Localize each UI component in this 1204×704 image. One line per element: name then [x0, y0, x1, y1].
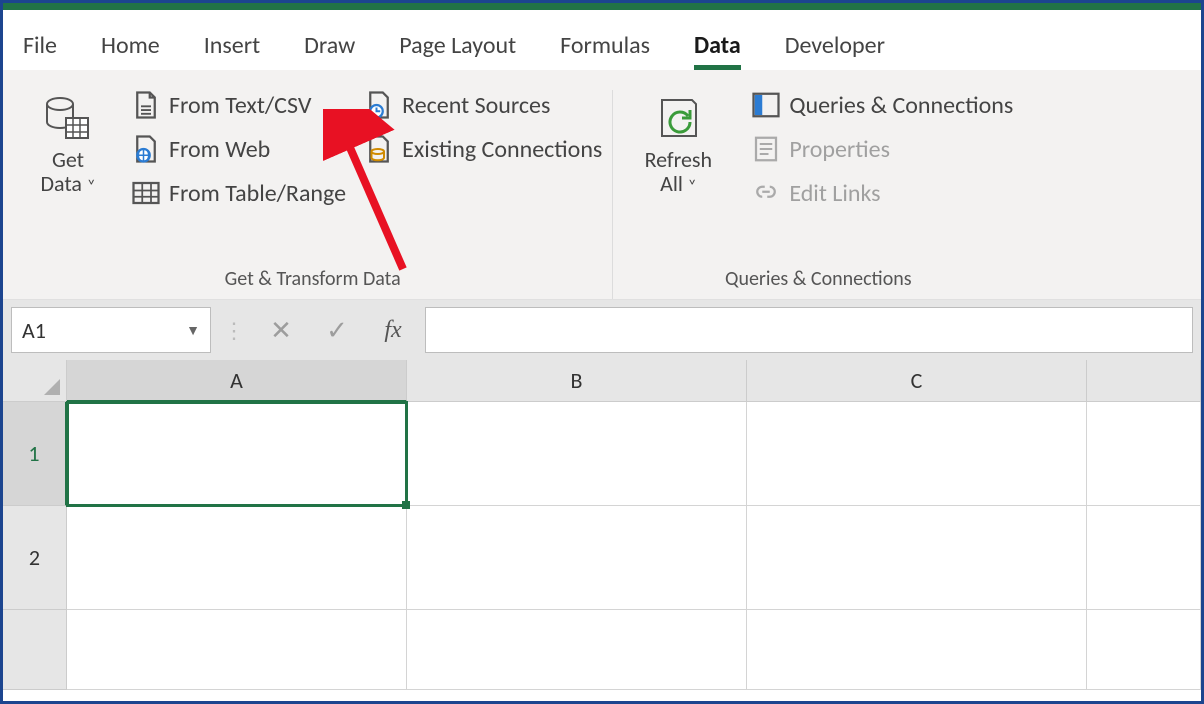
from-text-csv-label: From Text/CSV — [169, 91, 311, 120]
enter-formula-button[interactable]: ✓ — [313, 307, 361, 353]
column-header-b[interactable]: B — [407, 360, 747, 402]
name-box-value: A1 — [22, 317, 46, 344]
queries-connections-button[interactable]: Queries & Connections — [751, 90, 1013, 120]
database-small-icon — [364, 134, 394, 164]
group-label-queries-conn: Queries & Connections — [725, 267, 912, 291]
chevron-down-icon[interactable]: ▼ — [186, 322, 200, 339]
recent-sources-label: Recent Sources — [402, 91, 550, 120]
cell-c1[interactable] — [747, 402, 1087, 506]
ribbon-tabs: File Home Insert Draw Page Layout Formul… — [3, 10, 1201, 70]
select-all-corner[interactable] — [3, 360, 67, 402]
link-icon — [751, 178, 781, 208]
row-1: 1 — [3, 402, 1201, 506]
chevron-down-icon: ˅ — [688, 177, 697, 196]
database-icon — [40, 90, 96, 146]
cell-d3[interactable] — [1087, 610, 1201, 690]
recent-sources-button[interactable]: Recent Sources — [364, 90, 602, 120]
side-panel-icon — [751, 90, 781, 120]
from-text-csv-button[interactable]: From Text/CSV — [131, 90, 346, 120]
tab-draw[interactable]: Draw — [304, 31, 355, 70]
from-table-range-label: From Table/Range — [169, 179, 346, 208]
from-web-label: From Web — [169, 135, 270, 164]
column-headers: A B C — [3, 360, 1201, 402]
group-label-get-transform: Get & Transform Data — [225, 267, 401, 291]
cell-d2[interactable] — [1087, 506, 1201, 610]
cell-a3[interactable] — [67, 610, 407, 690]
properties-icon — [751, 134, 781, 164]
title-bar — [3, 3, 1201, 10]
get-data-button[interactable]: Get Data ˅ — [23, 90, 113, 196]
tab-developer[interactable]: Developer — [785, 31, 885, 70]
tab-data[interactable]: Data — [694, 31, 741, 70]
get-data-label: Get Data ˅ — [40, 148, 95, 196]
cell-d1[interactable] — [1087, 402, 1201, 506]
row-3-partial — [3, 610, 1201, 690]
properties-button: Properties — [751, 134, 1013, 164]
edit-links-button: Edit Links — [751, 178, 1013, 208]
edit-links-label: Edit Links — [789, 179, 880, 208]
column-header-a[interactable]: A — [67, 360, 407, 402]
from-table-range-button[interactable]: From Table/Range — [131, 178, 346, 208]
refresh-icon — [650, 90, 706, 146]
row-2: 2 — [3, 506, 1201, 610]
cancel-formula-button[interactable]: ✕ — [257, 307, 305, 353]
tab-formulas[interactable]: Formulas — [560, 31, 650, 70]
formula-input[interactable] — [425, 307, 1193, 353]
close-icon: ✕ — [270, 314, 292, 346]
column-header-next[interactable] — [1087, 360, 1201, 402]
name-box[interactable]: A1 ▼ — [11, 307, 211, 353]
table-icon — [131, 178, 161, 208]
tab-page-layout[interactable]: Page Layout — [399, 31, 516, 70]
formula-bar: A1 ▼ ⋮ ✕ ✓ fx — [3, 300, 1201, 360]
row-header-1[interactable]: 1 — [3, 402, 67, 506]
separator: ⋮ — [219, 317, 249, 344]
from-web-button[interactable]: From Web — [131, 134, 346, 164]
refresh-all-button[interactable]: Refresh All ˅ — [623, 90, 733, 196]
row-header-3[interactable] — [3, 610, 67, 690]
cell-a1[interactable] — [67, 402, 407, 506]
cell-a2[interactable] — [67, 506, 407, 610]
queries-connections-label: Queries & Connections — [789, 91, 1013, 120]
refresh-all-label: Refresh All ˅ — [645, 148, 713, 196]
existing-connections-label: Existing Connections — [402, 135, 602, 164]
worksheet-grid: A B C 1 2 — [3, 360, 1201, 690]
ribbon-group-get-transform: Get Data ˅ From Text/CSV From Web — [13, 90, 613, 299]
tab-insert[interactable]: Insert — [204, 31, 260, 70]
tab-home[interactable]: Home — [101, 31, 160, 70]
file-clock-icon — [364, 90, 394, 120]
check-icon: ✓ — [326, 314, 348, 346]
globe-file-icon — [131, 134, 161, 164]
file-text-icon — [131, 90, 161, 120]
tab-file[interactable]: File — [23, 31, 57, 70]
row-header-2[interactable]: 2 — [3, 506, 67, 610]
cell-b3[interactable] — [407, 610, 747, 690]
cell-b1[interactable] — [407, 402, 747, 506]
chevron-down-icon: ˅ — [87, 177, 96, 196]
properties-label: Properties — [789, 135, 890, 164]
existing-connections-button[interactable]: Existing Connections — [364, 134, 602, 164]
cell-b2[interactable] — [407, 506, 747, 610]
cell-c2[interactable] — [747, 506, 1087, 610]
ribbon-group-queries-connections: Refresh All ˅ Queries & Connections Prop… — [613, 90, 1023, 299]
ribbon: Get Data ˅ From Text/CSV From Web — [3, 70, 1201, 300]
cell-c3[interactable] — [747, 610, 1087, 690]
column-header-c[interactable]: C — [747, 360, 1087, 402]
insert-function-button[interactable]: fx — [369, 317, 417, 344]
